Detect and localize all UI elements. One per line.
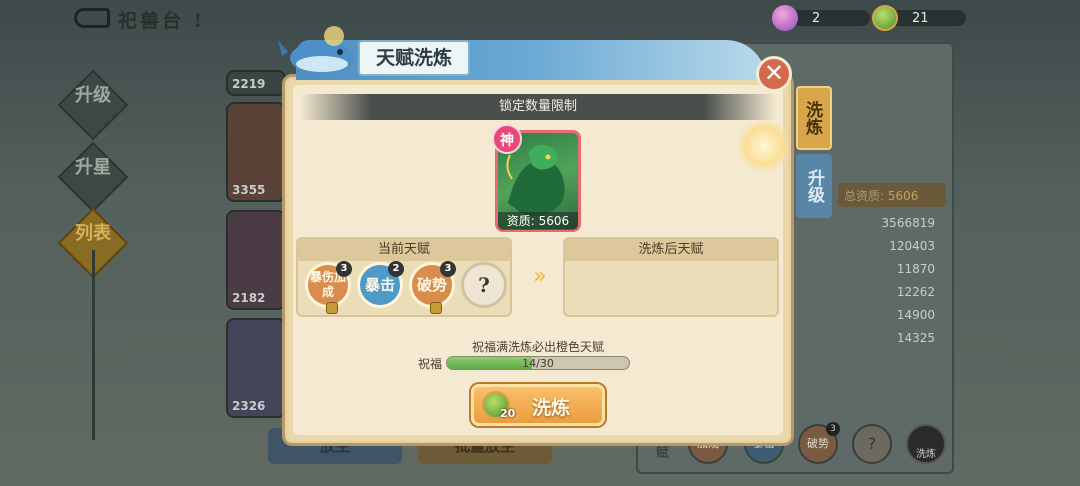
talent-level-badge: 3 [826, 422, 840, 436]
lock-icon[interactable] [430, 302, 442, 314]
dialog-title: 天赋洗炼 [358, 40, 470, 76]
total-aptitude: 总资质: 5606 [838, 183, 946, 207]
coin-counter[interactable]: 21 [872, 5, 929, 31]
after-talent-title: 洗炼后天赋 [565, 239, 777, 261]
lock-icon[interactable] [326, 302, 338, 314]
divine-stamp: 神 [492, 124, 522, 154]
coin-icon [872, 5, 898, 31]
top-bar: 祀兽台 ! 2 21 [0, 0, 1080, 36]
stat-value: 120403 [889, 239, 935, 253]
talent-crit-damage[interactable]: 暴伤加成 3 [305, 261, 352, 314]
glow-decoration [738, 120, 790, 172]
refine-shortcut-button[interactable]: 洗炼 [906, 424, 946, 464]
tab-upgrade-label: 升级 [75, 85, 111, 106]
tab-list-label: 列表 [75, 223, 111, 244]
after-talent-panel: 洗炼后天赋 [563, 237, 779, 317]
lock-limit-banner: 锁定数量限制 [300, 94, 776, 120]
close-icon[interactable]: ✕ [756, 56, 792, 92]
blessing-label: 祝福 [418, 357, 443, 371]
talent-level-badge: 3 [440, 261, 456, 277]
refine-button[interactable]: 20 洗炼 [471, 384, 605, 426]
tab-refine[interactable]: 洗炼 [796, 86, 832, 150]
card-number: 3355 [232, 183, 266, 197]
blessing-progress-bar: 14/30 [446, 356, 630, 370]
portrait-aptitude: 资质: 5606 [498, 212, 578, 230]
card-number: 2219 [232, 77, 266, 91]
whale-mascot-icon [276, 22, 356, 80]
beast-card[interactable]: 2326 [226, 318, 286, 418]
arrow-right-icon: » [533, 264, 547, 289]
tab-levelup[interactable]: 升级 [796, 154, 832, 218]
stat-value: 14325 [896, 331, 935, 345]
refine-button-label: 洗炼 [532, 397, 571, 419]
stat-value: 11870 [896, 262, 935, 276]
gem-icon [772, 5, 798, 31]
talent-crit[interactable]: 暴击 2 [357, 261, 404, 308]
talent-icon[interactable]: 破势 3 [798, 422, 840, 464]
decorative-pole [92, 250, 95, 440]
stat-value: 12262 [896, 285, 935, 299]
stat-value: 14900 [896, 308, 935, 322]
talent-unknown[interactable]: ? [461, 262, 507, 308]
blessing-note: 祝福满洗炼必出橙色天赋 [471, 340, 604, 354]
gem-value: 2 [812, 10, 821, 26]
gem-counter[interactable]: 2 [772, 5, 820, 31]
beast-card[interactable]: 3355 [226, 102, 286, 202]
talent-level-badge: 2 [388, 261, 404, 277]
talent-break[interactable]: 破势 3 [409, 261, 456, 314]
card-number: 2326 [232, 399, 266, 413]
coin-value: 21 [912, 10, 929, 26]
back-icon[interactable] [74, 8, 110, 28]
talent-icon[interactable]: ? [852, 424, 892, 464]
beast-card[interactable]: 2182 [226, 210, 286, 310]
card-number: 2182 [232, 291, 266, 305]
blessing-progress-text: 14/30 [522, 357, 554, 370]
current-talent-title: 当前天赋 [298, 239, 510, 261]
tab-star-label: 升星 [75, 157, 111, 178]
refine-cost: 20 [500, 407, 516, 420]
stat-value: 3566819 [881, 216, 935, 230]
scene-title: 祀兽台 ! [118, 10, 205, 32]
talent-level-badge: 3 [336, 261, 352, 277]
